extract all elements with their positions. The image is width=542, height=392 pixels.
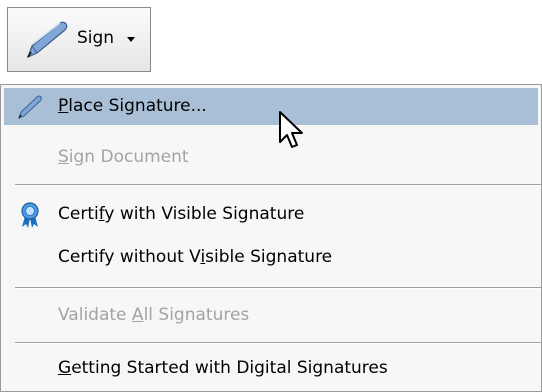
- pen-icon: [18, 95, 42, 119]
- menu-separator: [15, 287, 541, 289]
- menu-separator: [15, 342, 541, 344]
- menu-item-label: Certify with Visible Signature: [58, 204, 305, 224]
- sign-button[interactable]: Sign: [7, 7, 151, 72]
- ribbon-icon: [21, 202, 39, 228]
- mouse-cursor-icon: [279, 111, 303, 148]
- menu-item-certify-visible[interactable]: Certify with Visible Signature: [4, 196, 538, 233]
- menu-item-sign-document[interactable]: Sign Document: [4, 139, 538, 176]
- menu-item-label: Place Signature...: [58, 96, 207, 116]
- menu-item-label: Getting Started with Digital Signatures: [58, 358, 388, 378]
- pen-icon: [26, 21, 68, 59]
- menu-item-label: Validate All Signatures: [58, 305, 250, 325]
- menu-item-label: Certify without Visible Signature: [58, 247, 333, 267]
- sign-button-label: Sign: [77, 28, 115, 48]
- caret-down-icon: [127, 37, 135, 42]
- menu-item-place-signature[interactable]: Place Signature...: [4, 88, 538, 125]
- menu-item-label: Sign Document: [58, 147, 189, 167]
- menu-item-getting-started[interactable]: Getting Started with Digital Signatures: [4, 350, 538, 387]
- menu-item-certify-without-visible[interactable]: Certify without Visible Signature: [4, 239, 538, 276]
- menu-separator: [15, 184, 541, 186]
- menu-item-validate-all[interactable]: Validate All Signatures: [4, 297, 538, 334]
- sign-dropdown-menu: Place Signature... Sign Document Certify…: [0, 84, 542, 392]
